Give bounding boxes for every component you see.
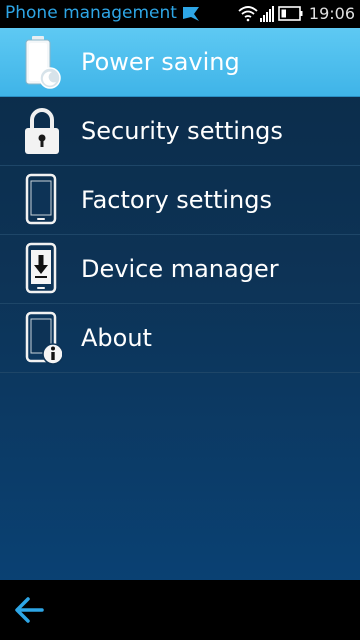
back-button[interactable]	[14, 596, 46, 624]
menu-item-about[interactable]: About	[0, 304, 360, 373]
menu-item-factory-settings[interactable]: Factory settings	[0, 166, 360, 235]
phone-icon	[22, 172, 62, 228]
battery-icon	[278, 6, 303, 21]
signal-icon	[260, 6, 274, 22]
menu-item-label: About	[81, 324, 152, 352]
status-bar-title: Phone management	[5, 3, 177, 23]
menu-item-label: Device manager	[81, 255, 279, 283]
phone-download-icon	[22, 241, 62, 297]
menu-item-power-saving[interactable]: Power saving	[0, 28, 360, 97]
battery-moon-icon	[22, 34, 62, 90]
menu-item-label: Power saving	[81, 48, 240, 76]
bottom-toolbar	[0, 580, 360, 640]
chat-notification-icon	[181, 5, 201, 27]
status-icons	[238, 4, 304, 24]
lock-icon	[22, 103, 62, 159]
menu-item-device-manager[interactable]: Device manager	[0, 235, 360, 304]
menu-item-security-settings[interactable]: Security settings	[0, 97, 360, 166]
status-bar-time: 19:06	[308, 4, 355, 23]
menu-item-label: Factory settings	[81, 186, 273, 214]
menu-list: Power saving Security settings Factory s…	[0, 28, 360, 580]
phone-info-icon	[22, 310, 64, 366]
status-bar: Phone management 19:06	[0, 0, 360, 28]
wifi-icon	[238, 6, 258, 22]
menu-item-label: Security settings	[81, 117, 283, 145]
back-arrow-icon	[15, 597, 44, 623]
